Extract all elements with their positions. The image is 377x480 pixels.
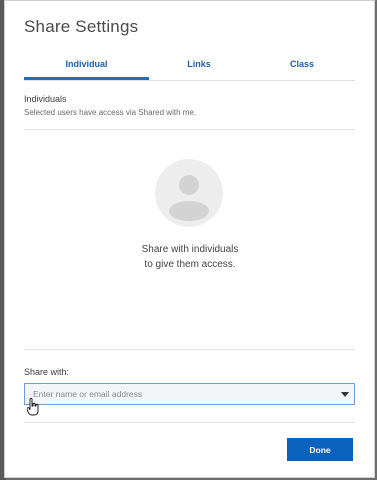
tab-bar: Individual Links Class (24, 53, 355, 81)
tab-individual[interactable]: Individual (24, 53, 149, 80)
empty-state-line: to give them access. (144, 259, 236, 270)
tab-links[interactable]: Links (149, 53, 249, 79)
share-settings-dialog: Share Settings Individual Links Class In… (4, 0, 375, 478)
empty-state-line: Share with individuals (141, 244, 239, 255)
empty-state-message: Share with individuals to give them acce… (75, 242, 305, 272)
tab-class[interactable]: Class (249, 53, 355, 79)
section-description: Selected users have access via Shared wi… (24, 108, 197, 117)
divider (24, 129, 355, 130)
section-title: Individuals (24, 94, 67, 104)
done-button[interactable]: Done (287, 438, 353, 461)
divider (24, 422, 355, 423)
share-with-select[interactable]: Enter name or email address (24, 383, 355, 405)
share-with-placeholder: Enter name or email address (33, 389, 143, 399)
chevron-down-icon[interactable] (341, 392, 349, 397)
dialog-title: Share Settings (24, 17, 139, 36)
user-avatar-icon (155, 159, 223, 227)
hand-cursor-icon (27, 398, 39, 416)
share-with-label: Share with: (24, 367, 70, 377)
divider (24, 349, 355, 350)
